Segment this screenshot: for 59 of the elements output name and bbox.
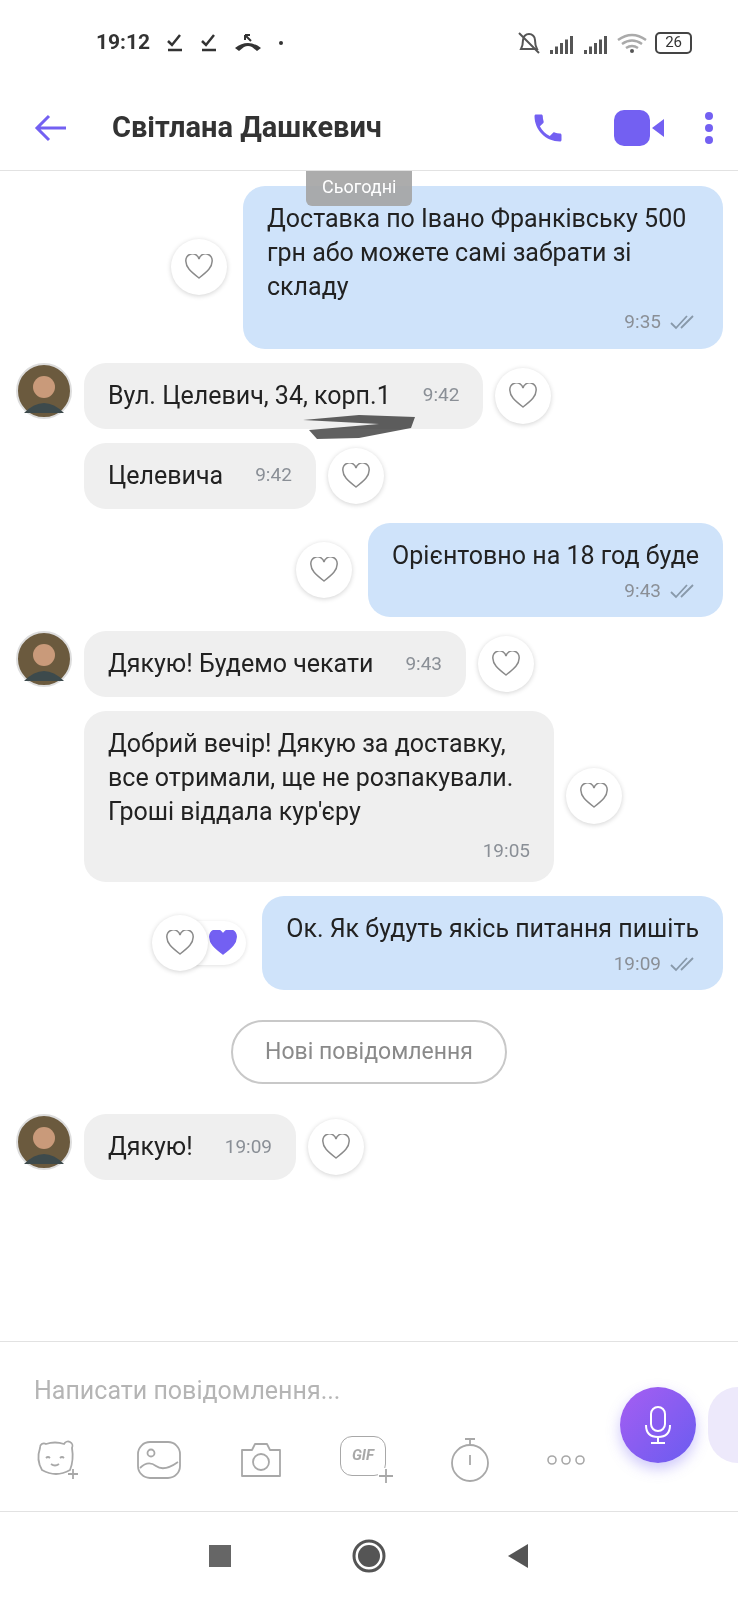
- date-chip: Сьогодні: [306, 171, 413, 206]
- message-time: 9:43: [405, 650, 443, 677]
- heart-icon: [165, 929, 196, 956]
- like-button[interactable]: [152, 914, 209, 971]
- heart-icon: [321, 1134, 352, 1160]
- recent-apps-icon[interactable]: [208, 1543, 232, 1568]
- dot-icon: [278, 39, 285, 46]
- missed-call-icon: [234, 33, 263, 52]
- microphone-button[interactable]: [620, 1387, 696, 1463]
- message-text: Орієнтовно на 18 год буде: [392, 539, 699, 572]
- clock: 19:12: [96, 28, 151, 56]
- like-button[interactable]: [495, 367, 552, 424]
- heart-icon: [208, 929, 239, 956]
- heart-icon: [508, 382, 539, 409]
- message-text: Дякую!: [108, 1131, 193, 1163]
- microphone-icon: [643, 1405, 673, 1445]
- message-text: Доставка по Івано Франківську 500 грн або можете самі забрати зі складу: [267, 203, 688, 303]
- like-button[interactable]: [566, 768, 622, 825]
- message-time: 9:43: [624, 577, 661, 604]
- like-button[interactable]: [308, 1119, 365, 1175]
- heart-icon: [340, 462, 371, 489]
- message-time: 19:09: [224, 1133, 273, 1160]
- video-call-icon[interactable]: [614, 109, 664, 146]
- battery-indicator: 26: [655, 31, 692, 54]
- back-nav-icon[interactable]: [506, 1542, 530, 1569]
- avatar: [16, 1114, 72, 1170]
- download-done-icon: [200, 32, 219, 53]
- like-button[interactable]: [327, 447, 384, 504]
- like-button[interactable]: [171, 239, 227, 296]
- download-done-icon: [166, 32, 185, 53]
- heart-icon: [309, 556, 340, 583]
- message-text: Вул. Целевич, 34, корп.1: [108, 379, 391, 412]
- muted-bell-icon: [517, 30, 542, 55]
- message-time: 9:42: [422, 382, 460, 409]
- image-icon[interactable]: [136, 1439, 182, 1480]
- message-text: Дякую! Будемо чекати: [108, 648, 374, 680]
- more-icon[interactable]: [704, 110, 714, 145]
- like-button[interactable]: [296, 541, 353, 598]
- message-text: Добрий вечір! Дякую за доставку, все отримали, ще не розпакували. Гроші віддала кур'єру: [108, 728, 515, 828]
- timer-icon[interactable]: [450, 1436, 490, 1483]
- back-icon[interactable]: [34, 113, 68, 142]
- message-time: 19:09: [613, 950, 661, 977]
- contact-name: Світлана Дашкевич: [112, 108, 383, 146]
- avatar: [16, 362, 72, 419]
- home-icon[interactable]: [352, 1538, 386, 1573]
- message-field[interactable]: Написати повідомлення...: [34, 1372, 594, 1410]
- avatar: [16, 631, 72, 687]
- message-text: Ок. Як будуть якісь питання пишіть: [286, 912, 699, 945]
- new-messages-button[interactable]: Нові повідомлення: [231, 1020, 507, 1084]
- message-time: 19:05: [482, 838, 530, 864]
- wifi-icon: [617, 31, 648, 54]
- message-text: Целевича: [108, 459, 224, 492]
- more-options-icon[interactable]: [546, 1453, 586, 1466]
- like-button[interactable]: [478, 636, 535, 692]
- heart-icon: [491, 651, 522, 677]
- message-time: 9:35: [624, 309, 661, 335]
- heart-icon: [579, 783, 609, 810]
- message-time: 9:42: [255, 462, 292, 489]
- heart-icon: [184, 254, 214, 281]
